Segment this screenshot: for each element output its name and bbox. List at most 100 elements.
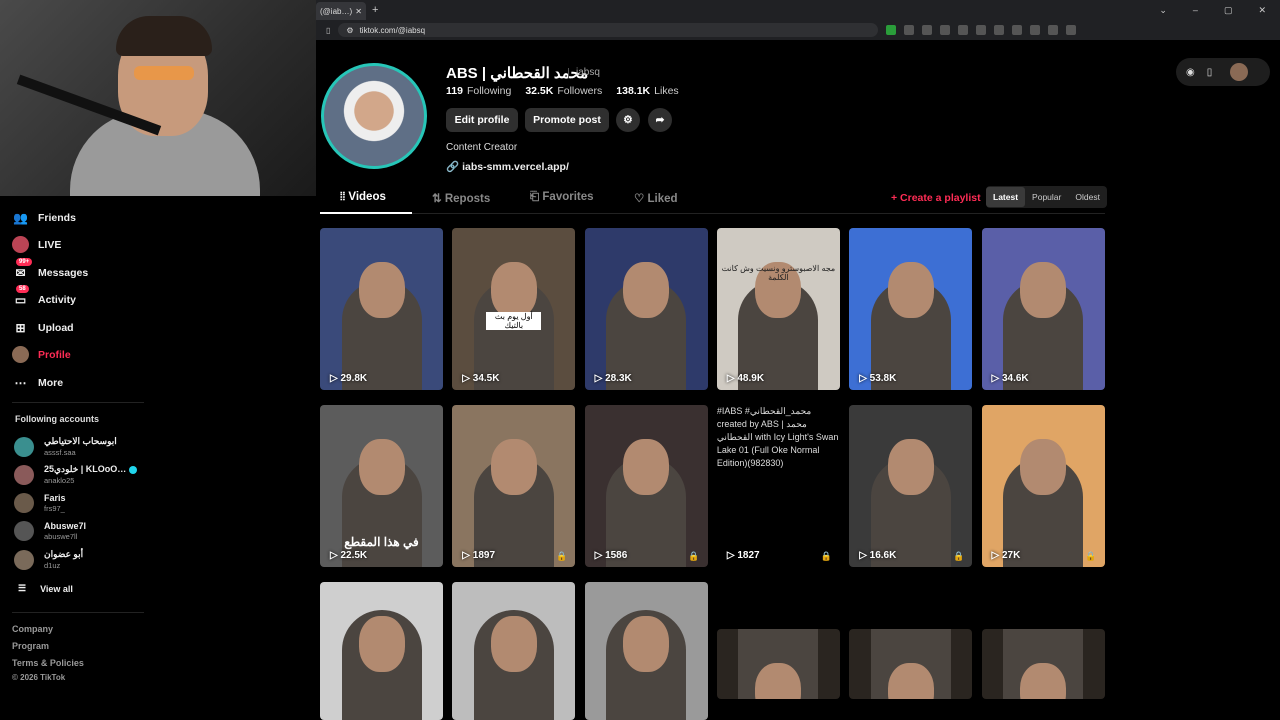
settings-gear-icon[interactable]: ⚙ <box>616 108 640 132</box>
tab-videos[interactable]: ⦙⦙ Videos <box>340 191 386 204</box>
extension-icon[interactable] <box>1048 25 1059 35</box>
edit-profile-button[interactable]: Edit profile <box>446 108 518 132</box>
thumbnail-face <box>490 262 537 318</box>
view-count: ▷ 34.5K <box>462 373 500 384</box>
sidebar-item-messages[interactable]: ✉ 99+ Messages <box>12 258 88 281</box>
upload-icon: ⊞ <box>15 320 26 335</box>
sidebar-item-more[interactable]: ⋯ More <box>12 374 64 391</box>
view-all-link[interactable]: ☰ View all <box>18 583 73 594</box>
extension-icon[interactable] <box>1030 25 1041 35</box>
video-card[interactable] <box>320 582 443 720</box>
tab-favorites[interactable]: ⎗ Favorites <box>530 191 594 204</box>
new-tab-button[interactable]: + <box>372 4 378 16</box>
play-icon: ▷ <box>330 373 341 384</box>
profile-avatar <box>12 346 29 363</box>
thumbnail-face <box>887 439 934 495</box>
tab-strip: (@iab…) محمد✕ + ⌄ – ▢ ✕ <box>316 0 1280 20</box>
verified-icon <box>129 465 138 474</box>
close-tab-icon[interactable]: ✕ <box>355 7 362 16</box>
video-card[interactable] <box>981 629 1105 699</box>
browser-tab[interactable]: (@iab…) محمد✕ <box>316 2 366 20</box>
video-card[interactable]: ▷ 27K 🔒 <box>981 405 1105 567</box>
video-card[interactable]: ▷ 1586 🔒 <box>584 405 708 567</box>
video-card[interactable] <box>452 582 576 720</box>
footer-terms-link[interactable]: Terms & Policies <box>12 658 84 668</box>
footer-company-link[interactable]: Company <box>12 624 53 634</box>
following-stat[interactable]: 119 Following <box>446 85 511 97</box>
site-info-icon[interactable]: ⚙ <box>346 26 353 35</box>
avatar <box>14 436 34 457</box>
divider <box>12 612 144 613</box>
minimize-button[interactable]: – <box>1193 5 1198 16</box>
live-icon <box>12 236 29 253</box>
video-card[interactable]: #IABS #محمد_القحطاني created by ABS | مح… <box>716 405 840 567</box>
view-count: ▷ 29.8K <box>330 373 368 384</box>
video-card[interactable]: أول يوم بث بالتيك ▷ 34.5K <box>452 228 576 390</box>
lock-icon: 🔒 <box>556 551 568 561</box>
play-icon: ▷ <box>726 373 738 384</box>
create-playlist-button[interactable]: + Create a playlist <box>891 192 981 204</box>
promote-post-button[interactable]: Promote post <box>525 108 609 132</box>
followers-stat[interactable]: 32.5K Followers <box>525 85 602 97</box>
tab-search-icon[interactable]: ⌄ <box>1159 5 1167 16</box>
thumbnail-face <box>887 262 934 318</box>
bookmark-icon[interactable]: ▯ <box>326 26 330 35</box>
browser-chrome: (@iab…) محمد✕ + ⌄ – ▢ ✕ ▯ ⚙tiktok.com/@iabs… <box>316 0 1280 40</box>
following-account[interactable]: أبو عضوان d1uz <box>14 549 83 570</box>
extension-icon[interactable] <box>1066 25 1077 35</box>
extension-icon[interactable] <box>904 25 915 35</box>
active-tab-underline <box>320 212 412 214</box>
sidebar-item-profile[interactable]: Profile <box>12 346 71 363</box>
play-icon: ▷ <box>462 550 473 561</box>
video-card[interactable]: ▷ 16.6K 🔒 <box>849 405 973 567</box>
tab-reposts[interactable]: ⇅ Reposts <box>432 191 490 205</box>
video-card[interactable]: ▷ 29.8K <box>320 228 443 390</box>
friends-icon: 👥 <box>13 210 28 225</box>
extension-icon[interactable] <box>886 25 897 35</box>
video-card[interactable]: ▷ 53.8K <box>849 228 973 390</box>
thumbnail-face <box>358 439 405 495</box>
close-window-button[interactable]: ✕ <box>1258 5 1266 16</box>
extension-icon[interactable] <box>940 25 951 35</box>
thumbnail-face <box>358 616 405 672</box>
link-icon: 🔗 <box>446 161 460 173</box>
lock-icon: 🔒 <box>1085 551 1097 561</box>
thumbnail-caption: مجه الاصبوسترو ونسيت وش كانت الكلمة <box>721 264 836 282</box>
maximize-button[interactable]: ▢ <box>1224 5 1233 16</box>
extension-icon[interactable] <box>958 25 969 35</box>
video-card[interactable]: ▷ 34.6K <box>981 228 1105 390</box>
sidebar-item-upload[interactable]: ⊞ Upload <box>12 319 73 336</box>
sidebar-item-friends[interactable]: 👥 Friends <box>12 209 76 226</box>
share-icon[interactable]: ➦ <box>648 108 672 132</box>
sidebar-item-activity[interactable]: ▭ 58 Activity <box>12 285 76 308</box>
url-bar[interactable]: ⚙ tiktok.com/@iabsq <box>338 23 879 37</box>
device-icon[interactable]: ▯ <box>1207 67 1213 78</box>
following-account[interactable]: Abuswe7l abuswe7ll <box>14 521 86 541</box>
footer-program-link[interactable]: Program <box>12 641 49 651</box>
sort-latest[interactable]: Latest <box>986 187 1026 207</box>
sort-popular[interactable]: Popular <box>1025 187 1068 207</box>
video-card[interactable]: ▷ 28.3K <box>584 228 708 390</box>
video-card[interactable]: ▷ 1897 🔒 <box>452 405 576 567</box>
sidebar-item-live[interactable]: LIVE <box>12 236 61 253</box>
extension-icon[interactable] <box>994 25 1005 35</box>
sort-oldest[interactable]: Oldest <box>1068 187 1107 207</box>
video-card[interactable]: في هذا المقطع ▷ 22.5K <box>320 405 443 567</box>
profile-avatar[interactable] <box>321 63 427 169</box>
activity-badge: 58 <box>16 285 29 293</box>
extension-icon[interactable] <box>976 25 987 35</box>
video-card[interactable] <box>716 629 840 699</box>
lock-icon: 🔒 <box>820 551 832 561</box>
coin-icon[interactable]: ◉ <box>1186 67 1195 78</box>
user-avatar[interactable] <box>1230 63 1249 81</box>
following-account[interactable]: ابوسحاب الاحتياطي asssf.saa <box>14 436 117 457</box>
extension-icon[interactable] <box>922 25 933 35</box>
tab-liked[interactable]: ♡ Liked <box>634 191 678 205</box>
video-card[interactable]: مجه الاصبوسترو ونسيت وش كانت الكلمة ▷ 48.… <box>716 228 840 390</box>
following-account[interactable]: Faris frs97_ <box>14 493 66 513</box>
video-card[interactable] <box>849 629 973 699</box>
extension-icon[interactable] <box>1012 25 1023 35</box>
video-card[interactable] <box>584 582 708 720</box>
following-account[interactable]: خلودي25 | KLOoO… anaklo25 <box>14 464 138 485</box>
profile-link[interactable]: 🔗 iabs-smm.vercel.app/ <box>446 160 569 173</box>
